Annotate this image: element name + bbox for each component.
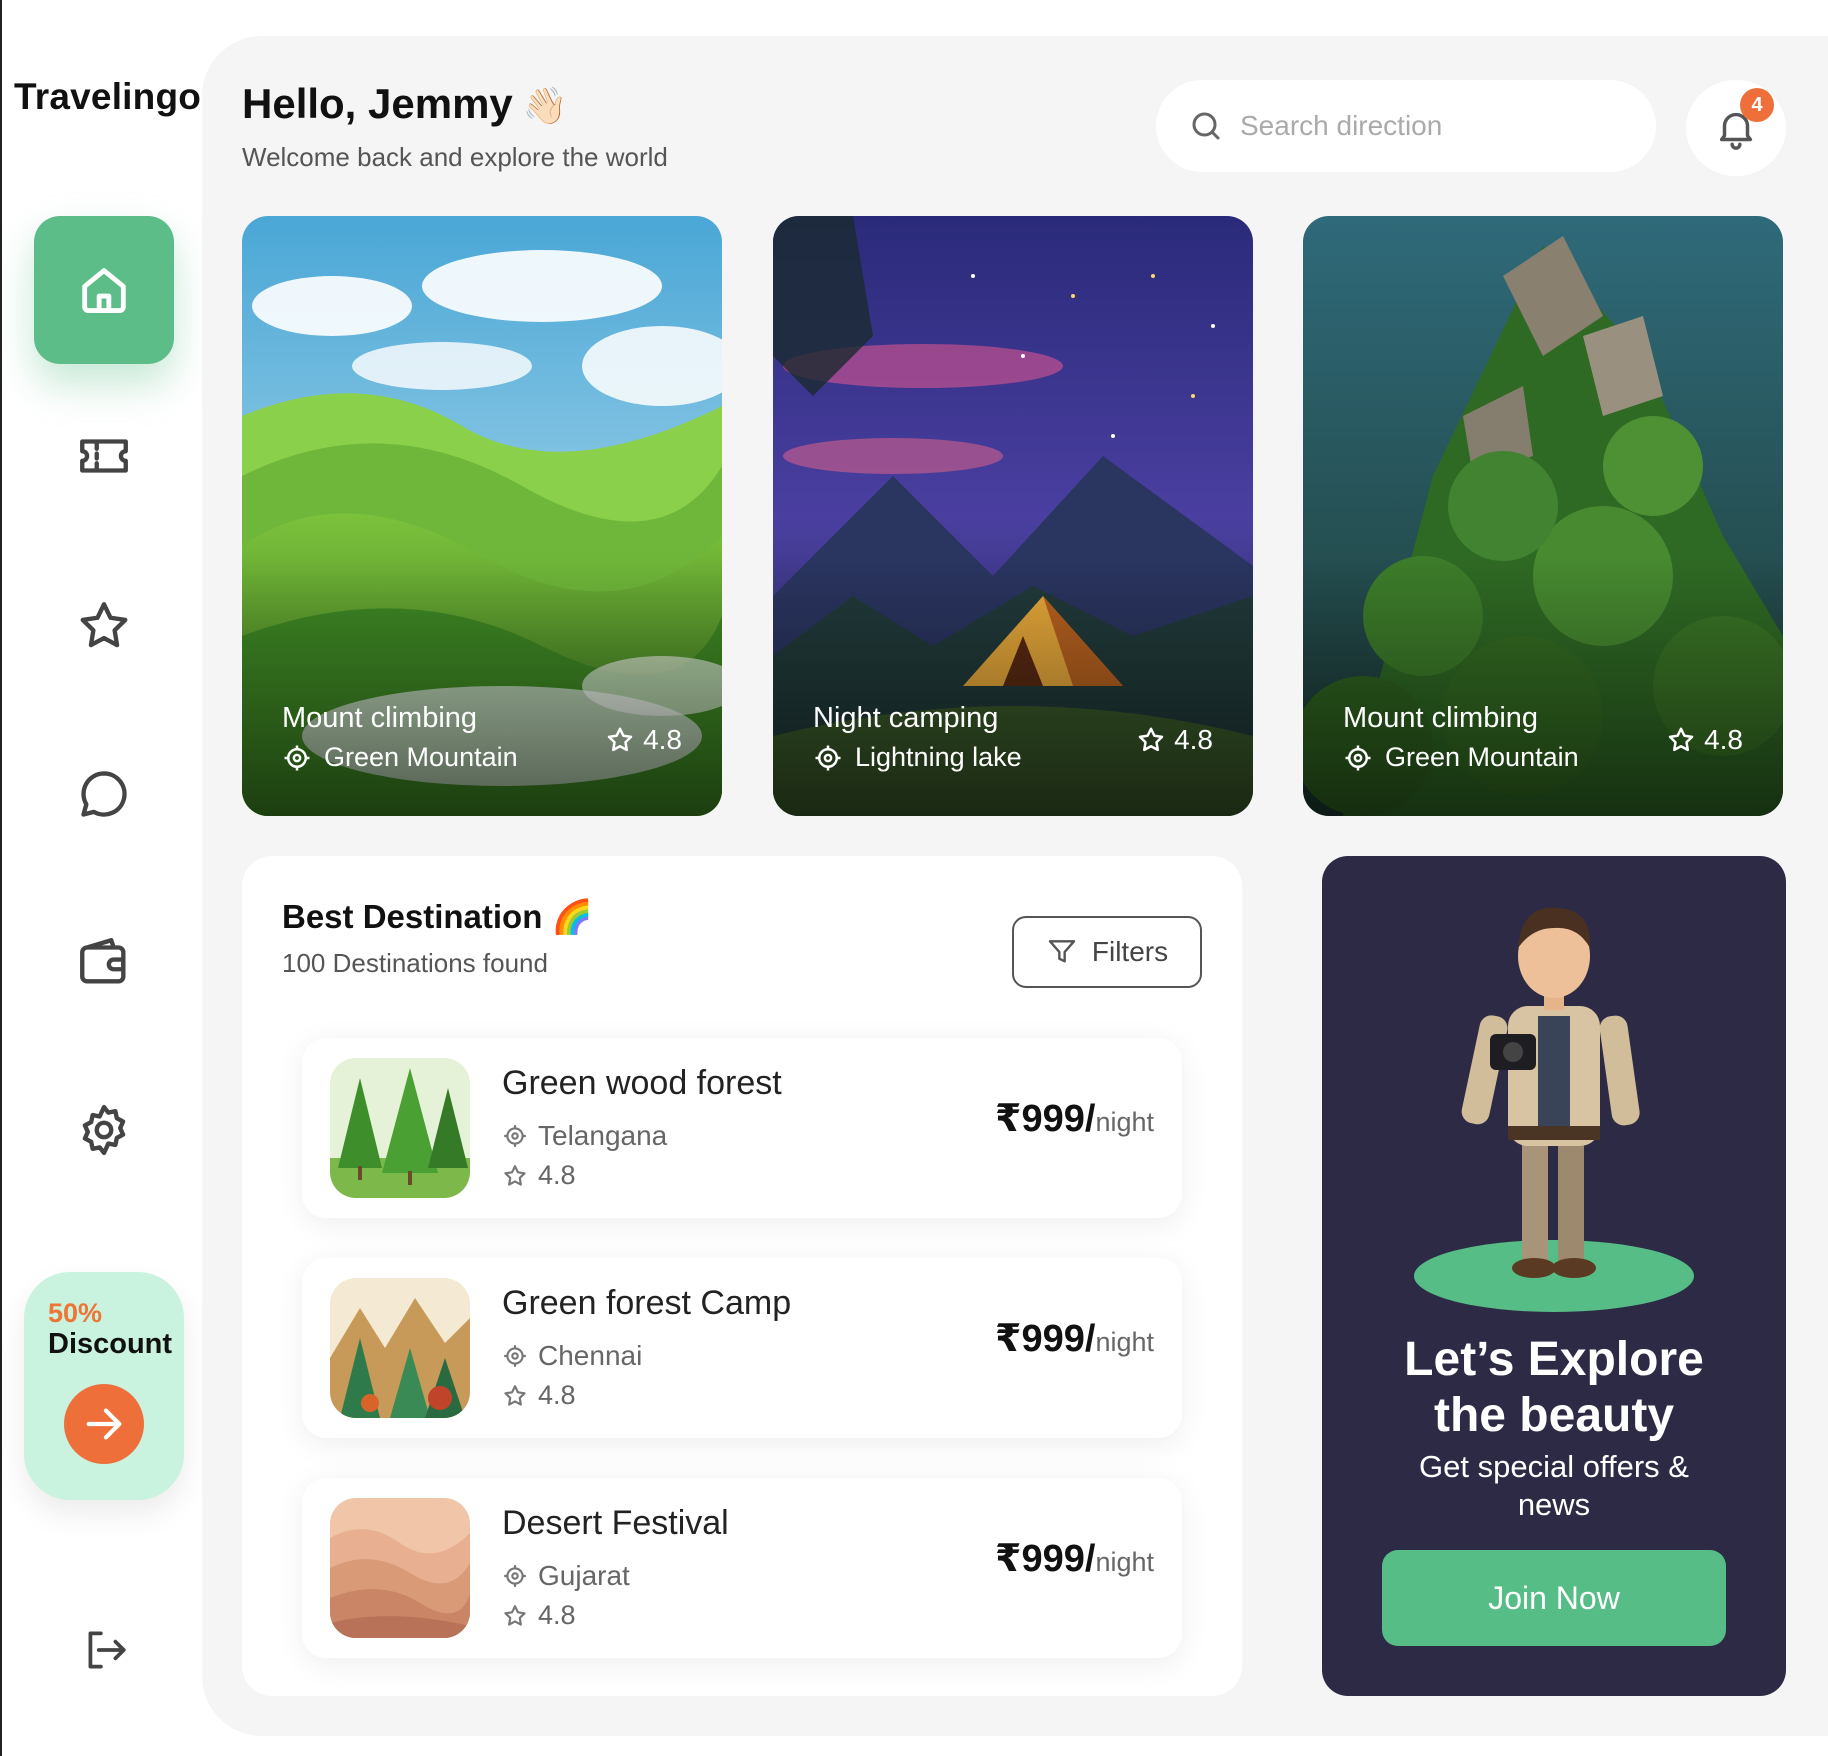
logout-icon	[88, 1631, 126, 1669]
discount-promo: 50% Discount	[24, 1272, 184, 1500]
destination-name: Green forest Camp	[502, 1284, 792, 1322]
card-title: Mount climbing	[282, 702, 478, 734]
star-icon	[80, 602, 128, 648]
star-icon	[504, 1164, 526, 1186]
nav-settings[interactable]	[34, 1056, 174, 1204]
location-icon	[1345, 745, 1371, 770]
destination-rating: 4.8	[502, 1380, 576, 1411]
location-icon	[504, 1125, 526, 1147]
notifications-button[interactable]: 4	[1686, 80, 1786, 176]
price-unit: night	[1095, 1547, 1154, 1577]
destination-name: Green wood forest	[502, 1064, 782, 1102]
camp-thumbnail	[330, 1278, 470, 1418]
destination-rating-value: 4.8	[538, 1160, 576, 1190]
notification-badge: 4	[1740, 88, 1774, 122]
section-title: Best Destination 🌈	[282, 898, 593, 935]
desert-thumbnail	[330, 1498, 470, 1638]
price-unit: night	[1095, 1107, 1154, 1137]
best-destination-panel: Best Destination 🌈 100 Destinations foun…	[242, 856, 1242, 1696]
greeting-title: Hello, Jemmy 👋🏻	[242, 80, 568, 127]
destination-name: Desert Festival	[502, 1504, 729, 1542]
join-now-button[interactable]: Join Now	[1382, 1550, 1726, 1646]
greeting-subtitle: Welcome back and explore the world	[242, 142, 668, 172]
location-icon	[504, 1565, 526, 1587]
nav-wallet[interactable]	[34, 888, 174, 1036]
explorer-character-illustration	[1414, 907, 1694, 1312]
wallet-icon	[80, 938, 126, 984]
nav-favorites[interactable]	[34, 552, 174, 700]
destination-location: Chennai	[502, 1340, 642, 1372]
location-icon	[815, 745, 841, 770]
forest-thumbnail	[330, 1058, 470, 1198]
logout-button[interactable]	[70, 1620, 140, 1680]
star-icon	[1668, 727, 1694, 752]
destination-rating: 4.8	[502, 1160, 576, 1191]
search-icon	[1192, 112, 1220, 140]
card-location: Green Mountain	[282, 742, 518, 773]
rainbow-emoji: 🌈	[551, 898, 593, 935]
filters-label: Filters	[1091, 936, 1169, 967]
card-rating: 4.8	[1136, 724, 1213, 756]
discount-label: Discount	[48, 1328, 173, 1360]
card-title: Night camping	[813, 702, 999, 734]
destination-location: Gujarat	[502, 1560, 630, 1592]
destination-price: ₹999/night	[995, 1538, 1154, 1580]
destination-rating: 4.8	[502, 1600, 576, 1631]
discount-percent: 50%	[48, 1298, 103, 1328]
card-location-text: Green Mountain	[324, 742, 518, 772]
destination-location-text: Telangana	[538, 1120, 668, 1151]
destination-location: Telangana	[502, 1120, 667, 1152]
ticket-icon	[80, 439, 128, 473]
location-icon	[504, 1345, 526, 1367]
destination-location-text: Gujarat	[538, 1560, 630, 1591]
card-rating-value: 4.8	[643, 724, 682, 755]
chat-icon	[81, 771, 127, 817]
card-location: Lightning lake	[813, 742, 1022, 773]
destination-rating-value: 4.8	[538, 1600, 576, 1630]
destination-row[interactable]: Green wood forest Telangana 4.8 ₹999/nig…	[302, 1038, 1182, 1218]
destination-price: ₹999/night	[995, 1098, 1154, 1140]
search-input[interactable]	[1238, 109, 1618, 143]
location-icon	[284, 745, 310, 770]
price-unit: night	[1095, 1327, 1154, 1357]
card-rating: 4.8	[605, 724, 682, 756]
destination-price: ₹999/night	[995, 1318, 1154, 1360]
destination-rating-value: 4.8	[538, 1380, 576, 1410]
nav-home[interactable]	[34, 216, 174, 364]
explore-promo-panel: Let’s Explore the beauty Get special offe…	[1322, 856, 1786, 1696]
discount-button[interactable]	[64, 1384, 144, 1464]
home-icon	[82, 268, 126, 313]
star-icon	[504, 1604, 526, 1626]
explore-title: Let’s Explore the beauty	[1404, 1333, 1704, 1442]
search-bar[interactable]	[1156, 80, 1656, 172]
featured-card-2[interactable]: Night camping Lightning lake 4.8	[773, 216, 1253, 816]
arrow-right-icon	[86, 1408, 122, 1440]
wave-emoji: 👋🏻	[522, 85, 568, 126]
card-location-text: Green Mountain	[1385, 742, 1579, 772]
app-logo: Travelingo	[14, 76, 202, 117]
destination-location-text: Chennai	[538, 1340, 643, 1371]
star-icon	[607, 727, 633, 752]
explore-subtitle: Get special offers & news	[1419, 1449, 1689, 1522]
featured-card-1[interactable]: Mount climbing Green Mountain 4.8	[242, 216, 722, 816]
card-title: Mount climbing	[1343, 702, 1539, 734]
card-rating-value: 4.8	[1174, 724, 1213, 755]
filter-icon	[1048, 940, 1076, 963]
filters-button[interactable]: Filters	[1012, 916, 1202, 988]
destination-row[interactable]: Desert Festival Gujarat 4.8 ₹999/night	[302, 1478, 1182, 1658]
sidebar: Travelingo 50% Discount	[0, 0, 202, 1756]
nav-messages[interactable]	[34, 720, 174, 868]
card-rating: 4.8	[1666, 724, 1743, 756]
card-location: Green Mountain	[1343, 742, 1579, 773]
star-icon	[504, 1384, 526, 1406]
destinations-count: 100 Destinations found	[282, 948, 548, 978]
star-icon	[1138, 727, 1164, 752]
featured-card-3[interactable]: Mount climbing Green Mountain 4.8	[1303, 216, 1783, 816]
destination-row[interactable]: Green forest Camp Chennai 4.8 ₹999/night	[302, 1258, 1182, 1438]
gear-icon	[82, 1104, 126, 1156]
card-location-text: Lightning lake	[855, 742, 1022, 772]
card-rating-value: 4.8	[1704, 724, 1743, 755]
nav-tickets[interactable]	[34, 382, 174, 530]
